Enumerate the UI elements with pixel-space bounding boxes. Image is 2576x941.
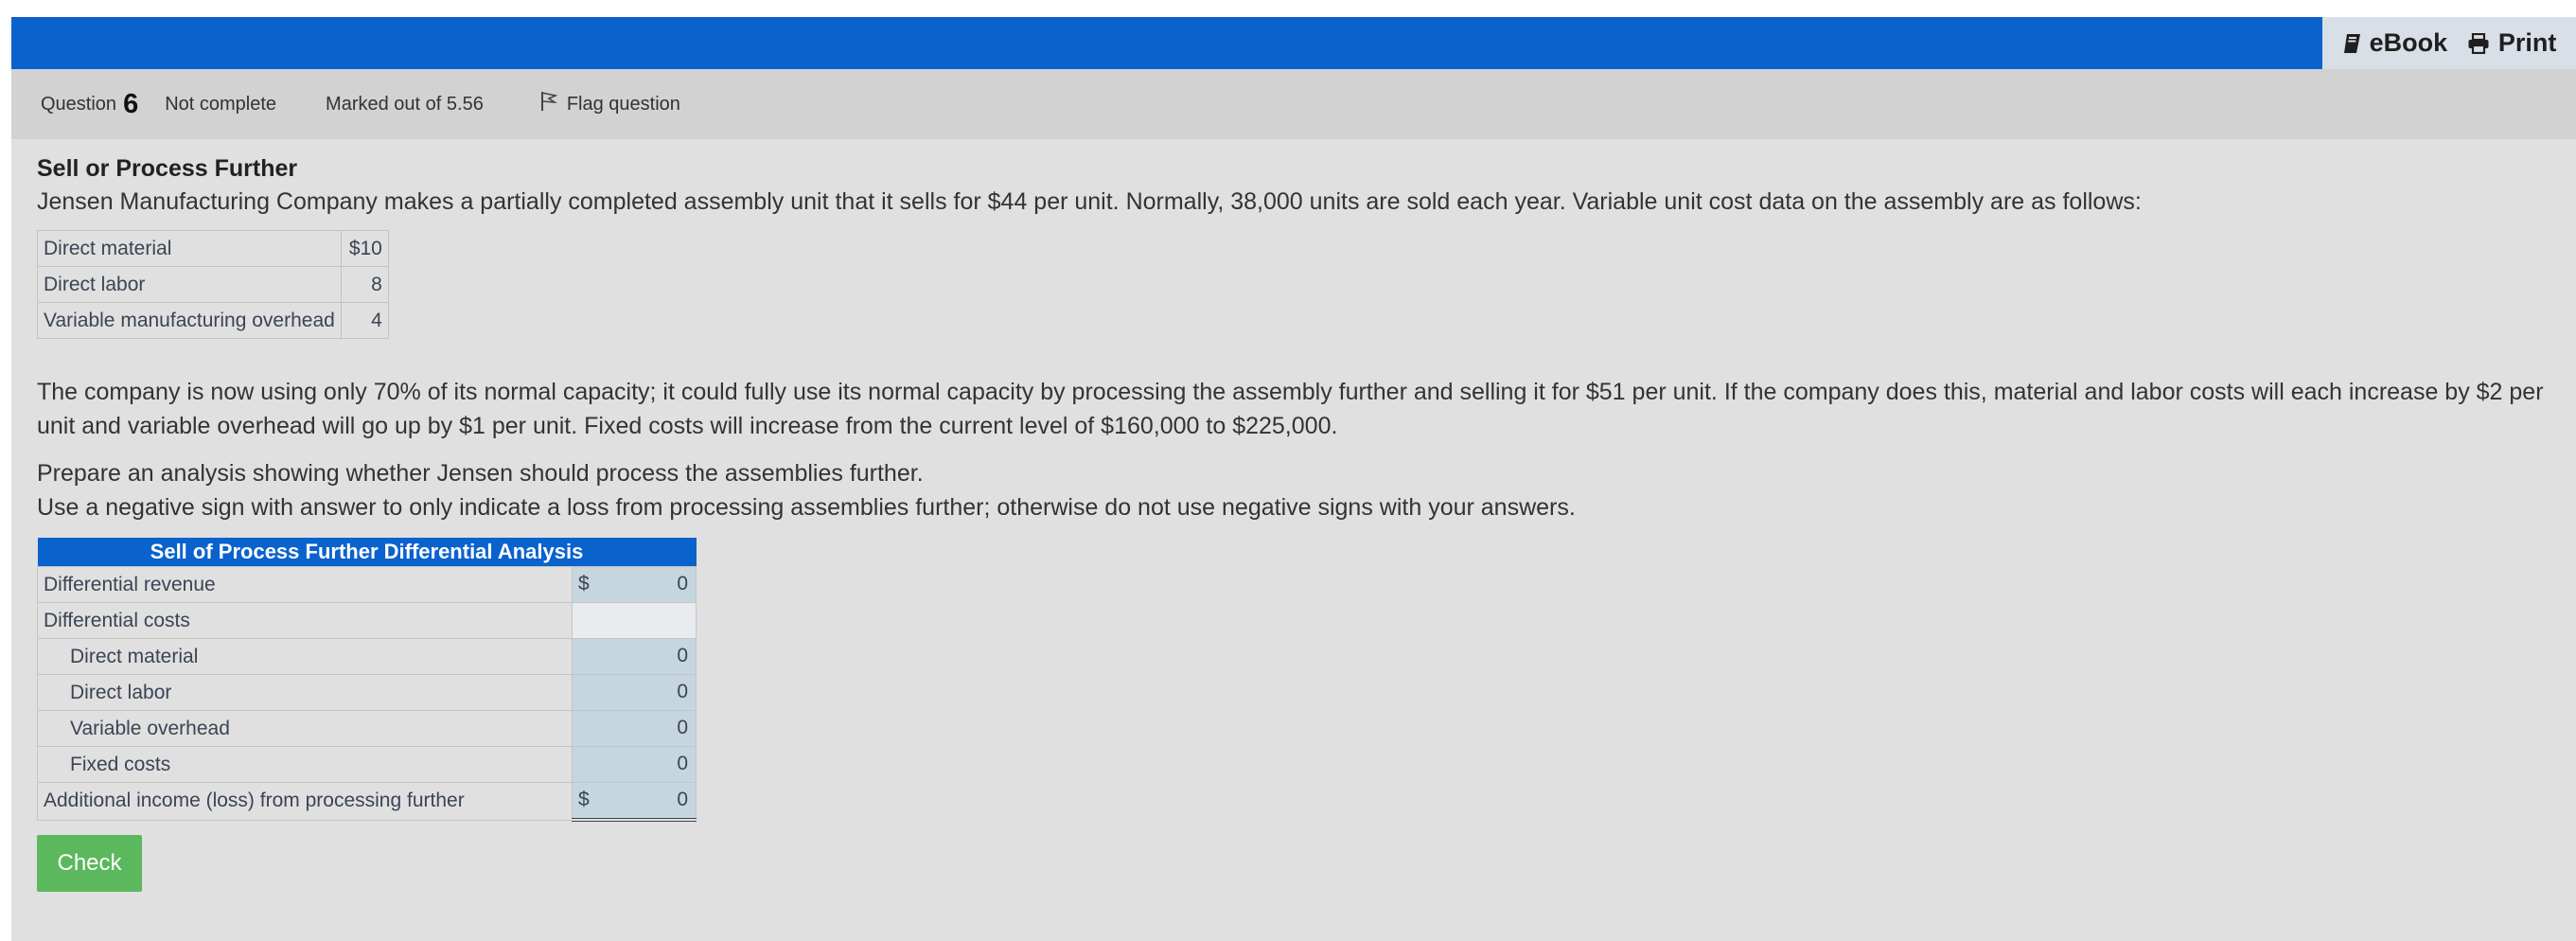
book-icon (2342, 33, 2361, 54)
direct-material-input[interactable]: 0 (572, 638, 697, 675)
input-value: 0 (677, 573, 688, 595)
top-bar: eBook Print (11, 17, 2576, 69)
input-value: 0 (677, 789, 688, 810)
flag-icon (540, 91, 558, 117)
direct-labor-input[interactable]: 0 (572, 674, 697, 711)
marks-info: Marked out of 5.56 (326, 93, 484, 115)
row-label: Direct labor (37, 674, 573, 711)
table-row: Variable manufacturing overhead 4 (37, 302, 389, 339)
flag-question-label: Flag question (566, 93, 680, 115)
cost-label: Direct labor (37, 266, 342, 303)
question-content: Sell or Process Further Jensen Manufactu… (37, 152, 2554, 892)
analysis-header: Sell of Process Further Differential Ana… (37, 538, 697, 567)
table-header-row: Sell of Process Further Differential Ana… (37, 538, 697, 567)
unit-cost-table: Direct material $10 Direct labor 8 Varia… (37, 230, 389, 339)
print-label: Print (2497, 28, 2557, 57)
table-row: Differential revenue $ 0 (37, 566, 697, 603)
additional-income-input[interactable]: $ 0 (572, 782, 697, 822)
ebook-label: eBook (2369, 28, 2448, 57)
row-label: Direct material (37, 638, 573, 675)
table-row: Direct labor 0 (37, 674, 697, 711)
topbar-tools: eBook Print (2322, 17, 2576, 69)
empty-cell (572, 602, 697, 639)
capacity-paragraph: The company is now using only 70% of its… (37, 379, 2544, 439)
input-value: 0 (677, 681, 688, 702)
ebook-button[interactable]: eBook (2342, 28, 2448, 58)
fixed-costs-input[interactable]: 0 (572, 746, 697, 783)
currency-symbol: $ (578, 573, 590, 595)
cost-label: Direct material (37, 230, 342, 267)
variable-overhead-input[interactable]: 0 (572, 710, 697, 747)
print-button[interactable]: Print (2467, 28, 2557, 58)
table-row: Direct labor 8 (37, 266, 389, 303)
flag-question-button[interactable]: Flag question (540, 91, 680, 117)
question-label: Question (41, 93, 117, 115)
table-row: Variable overhead 0 (37, 710, 697, 747)
completion-state: Not complete (165, 93, 277, 115)
check-button[interactable]: Check (37, 835, 142, 892)
cost-label: Variable manufacturing overhead (37, 302, 342, 339)
row-label: Differential costs (37, 602, 573, 639)
table-row: Differential costs (37, 602, 697, 639)
row-label: Variable overhead (37, 710, 573, 747)
problem-intro: Jensen Manufacturing Company makes a par… (37, 188, 2142, 215)
cost-value: $10 (340, 230, 389, 267)
differential-revenue-input[interactable]: $ 0 (572, 566, 697, 603)
table-row: Direct material 0 (37, 638, 697, 675)
row-label: Differential revenue (37, 566, 573, 603)
cost-value: 4 (340, 302, 389, 339)
row-label: Fixed costs (37, 746, 573, 783)
question-number: 6 (123, 88, 139, 119)
cost-value: 8 (340, 266, 389, 303)
printer-icon (2467, 32, 2490, 54)
instruction-analysis: Prepare an analysis showing whether Jens… (37, 460, 924, 487)
problem-title: Sell or Process Further (37, 155, 298, 182)
input-value: 0 (677, 645, 688, 666)
question-frame: eBook Print Question 6 Not complete Mark… (11, 17, 2576, 941)
table-row: Direct material $10 (37, 230, 389, 267)
input-value: 0 (677, 717, 688, 738)
instruction-sign: Use a negative sign with answer to only … (37, 494, 1576, 521)
input-value: 0 (677, 753, 688, 774)
table-row: Additional income (loss) from processing… (37, 782, 697, 822)
differential-analysis-table: Sell of Process Further Differential Ana… (37, 538, 697, 822)
row-label: Additional income (loss) from processing… (37, 782, 573, 821)
currency-symbol: $ (578, 789, 590, 810)
table-row: Fixed costs 0 (37, 746, 697, 783)
question-info-bar: Question 6 Not complete Marked out of 5.… (11, 69, 2576, 139)
